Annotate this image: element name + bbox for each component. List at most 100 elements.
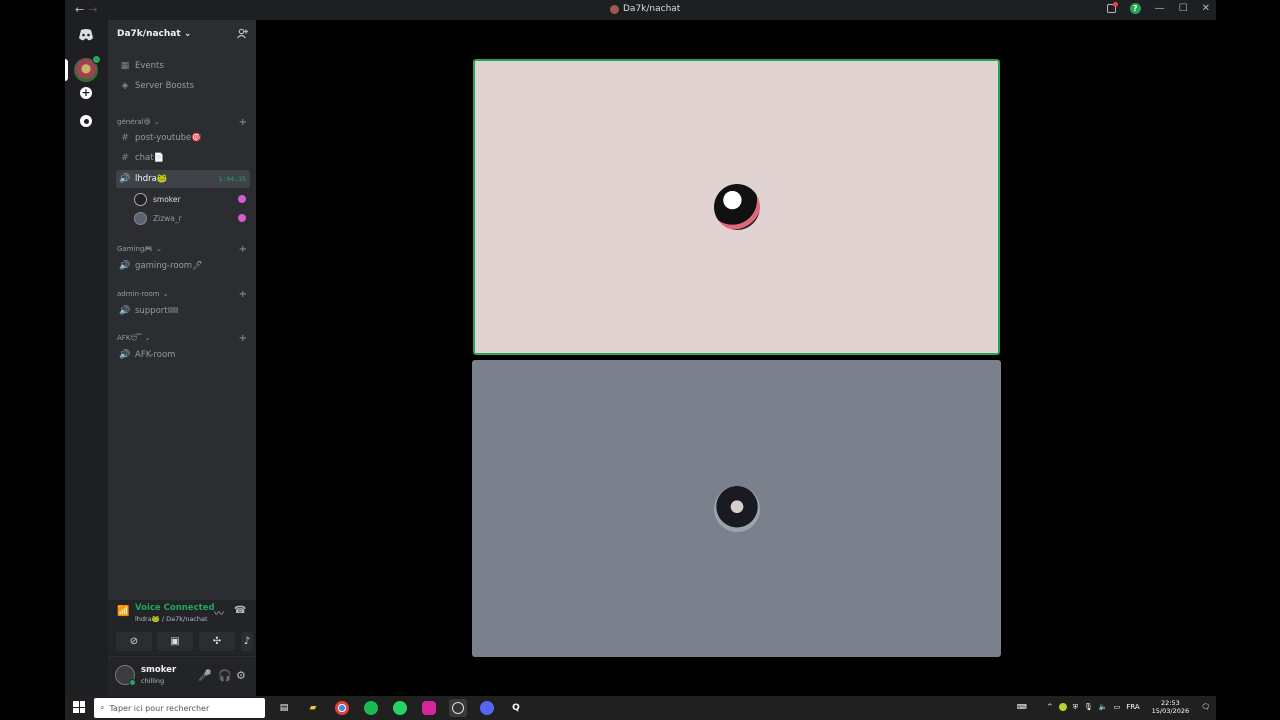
windows-taskbar: ⌕ Taper ici pour rechercher ▤ ▰ Q ⌨ ^ ⛨ …	[65, 696, 1216, 720]
user-name[interactable]: smoker	[141, 665, 176, 675]
participant-avatar	[713, 184, 760, 230]
signal-icon[interactable]: 📶	[117, 606, 129, 617]
server-name[interactable]: Da7k/nachat ⌄	[117, 29, 191, 39]
channel-chat[interactable]: # chat📄	[116, 149, 250, 167]
channel-lhdra[interactable]: 🔊 lhdra🐸 1:04:35	[116, 170, 250, 188]
channel-label: support🎟	[135, 306, 179, 316]
discord-icon[interactable]	[480, 701, 494, 715]
maximize-icon[interactable]: ☐	[1179, 3, 1188, 14]
close-icon[interactable]: ✕	[1202, 3, 1210, 14]
selected-server-pill	[65, 59, 68, 81]
server-header[interactable]: Da7k/nachat ⌄	[108, 20, 256, 50]
title-bar: ←→ Da7k/nachat ? — ☐ ✕	[65, 0, 1216, 20]
video-tile-speaking[interactable]	[473, 59, 1000, 355]
inbox-icon[interactable]	[1106, 2, 1118, 13]
noise-suppression-icon[interactable]: 〰	[214, 605, 224, 620]
online-status-icon	[129, 679, 136, 686]
chevron-down-icon: ⌄	[153, 118, 160, 126]
camera-button[interactable]: ⊘	[116, 632, 152, 651]
video-tile[interactable]	[472, 360, 1001, 657]
channel-gaming-room[interactable]: 🔊 gaming-room🖊	[116, 257, 250, 275]
calendar-icon: ▦	[120, 61, 130, 71]
nav-arrows[interactable]: ←→	[75, 3, 101, 16]
channel-label: gaming-room🖊	[135, 261, 203, 271]
invite-people-icon[interactable]	[237, 28, 248, 42]
server-boosts-label: Server Boosts	[135, 81, 194, 91]
events-item[interactable]: ▦ Events	[116, 57, 250, 75]
participant-avatar	[713, 485, 760, 532]
compass-icon	[83, 118, 89, 124]
headphones-icon[interactable]: 🎧	[218, 669, 232, 682]
settings-gear-icon[interactable]: ⚙	[236, 669, 246, 682]
voice-timer: 1:04:35	[218, 175, 246, 183]
soundboard-button[interactable]: ♪	[241, 632, 253, 651]
taskbar-search-input[interactable]: ⌕ Taper ici pour rechercher	[94, 698, 265, 718]
video-off-icon: ⊘	[129, 636, 139, 647]
chevron-down-icon: ⌄	[144, 334, 151, 342]
activity-icon	[238, 214, 246, 222]
microphone-icon[interactable]: 🎤	[198, 669, 212, 682]
clock-date: 15/03/2026	[1151, 707, 1190, 715]
app-tray-icon[interactable]	[1058, 703, 1067, 711]
discord-home-icon[interactable]	[75, 24, 97, 46]
whatsapp-icon[interactable]	[393, 701, 407, 715]
voice-user[interactable]: Zizwa_r	[134, 210, 248, 226]
add-channel-icon[interactable]: +	[239, 117, 247, 128]
boost-icon: ◈	[121, 81, 129, 91]
channel-afk-room[interactable]: 🔊 AFK-room	[116, 346, 250, 364]
windows-start-icon[interactable]	[73, 701, 85, 713]
language-indicator[interactable]: FRA	[1126, 703, 1139, 711]
voice-user[interactable]: smoker	[134, 191, 248, 207]
activities-button[interactable]: ✣	[199, 632, 235, 651]
voice-user-name: Zizwa_r	[153, 213, 182, 223]
keyboard-icon[interactable]: ⌨	[1017, 703, 1027, 711]
add-channel-icon[interactable]: +	[239, 333, 247, 344]
channel-label: post-youtube🎯	[135, 133, 202, 143]
add-server-icon[interactable]: +	[80, 87, 92, 99]
voice-status-text[interactable]: Voice Connected	[135, 603, 215, 613]
search-placeholder: Taper ici pour rechercher	[109, 703, 210, 713]
category-afk[interactable]: AFK😴 ⌄ +	[117, 332, 247, 344]
taskbar-apps: ▤ ▰ Q	[275, 699, 525, 717]
category-gaming[interactable]: Gaming🎮 ⌄ +	[117, 243, 247, 255]
network-icon[interactable]: ▭	[1114, 703, 1121, 711]
channel-post-youtube[interactable]: # post-youtube🎯	[116, 129, 250, 147]
microphone-tray-icon[interactable]: 🎙	[1084, 703, 1093, 711]
server-avatar-da7k[interactable]	[74, 55, 101, 82]
notifications-icon[interactable]: 🗨	[1201, 703, 1210, 711]
soundboard-icon: ♪	[243, 636, 251, 647]
app-q-icon[interactable]: Q	[507, 699, 525, 717]
voice-channel-icon: 🔊	[119, 261, 131, 271]
screen-share-icon: ▣	[170, 636, 180, 647]
minimize-icon[interactable]: —	[1155, 3, 1165, 14]
category-admin-room[interactable]: admin-room ⌄ +	[117, 288, 247, 300]
discover-icon[interactable]	[80, 115, 92, 127]
add-channel-icon[interactable]: +	[239, 289, 247, 300]
category-afk-label: AFK😴	[117, 334, 142, 342]
chrome-icon[interactable]	[335, 701, 349, 715]
file-explorer-icon[interactable]: ▰	[304, 699, 322, 717]
help-icon[interactable]: ?	[1129, 3, 1141, 14]
instagram-icon[interactable]	[422, 701, 436, 715]
category-general[interactable]: général😄 ⌄ +	[117, 116, 247, 128]
obs-icon[interactable]	[449, 699, 467, 717]
activities-icon: ✣	[212, 636, 222, 647]
spotify-icon[interactable]	[364, 701, 378, 715]
channel-label: chat📄	[135, 153, 165, 163]
add-channel-icon[interactable]: +	[239, 244, 247, 255]
volume-icon[interactable]: 🔈	[1099, 703, 1108, 711]
back-arrow-icon[interactable]: ←	[75, 3, 88, 16]
category-gaming-label: Gaming🎮	[117, 245, 154, 253]
disconnect-icon[interactable]: ☎	[234, 605, 246, 616]
channel-support[interactable]: 🔊 support🎟	[116, 302, 250, 320]
text-channel-icon: #	[121, 133, 129, 143]
screen-share-button[interactable]: ▣	[157, 632, 193, 651]
voice-channel-icon: 🔊	[119, 350, 131, 360]
chevron-up-icon[interactable]: ^	[1047, 703, 1053, 711]
channel-label: lhdra🐸	[135, 174, 168, 184]
server-boosts-item[interactable]: ◈ Server Boosts	[116, 77, 250, 95]
clock[interactable]: 22:53 15/03/2026	[1152, 699, 1189, 715]
security-icon[interactable]: ⛨	[1073, 703, 1078, 712]
forward-arrow-icon[interactable]: →	[88, 3, 101, 16]
task-view-icon[interactable]: ▤	[275, 699, 293, 717]
